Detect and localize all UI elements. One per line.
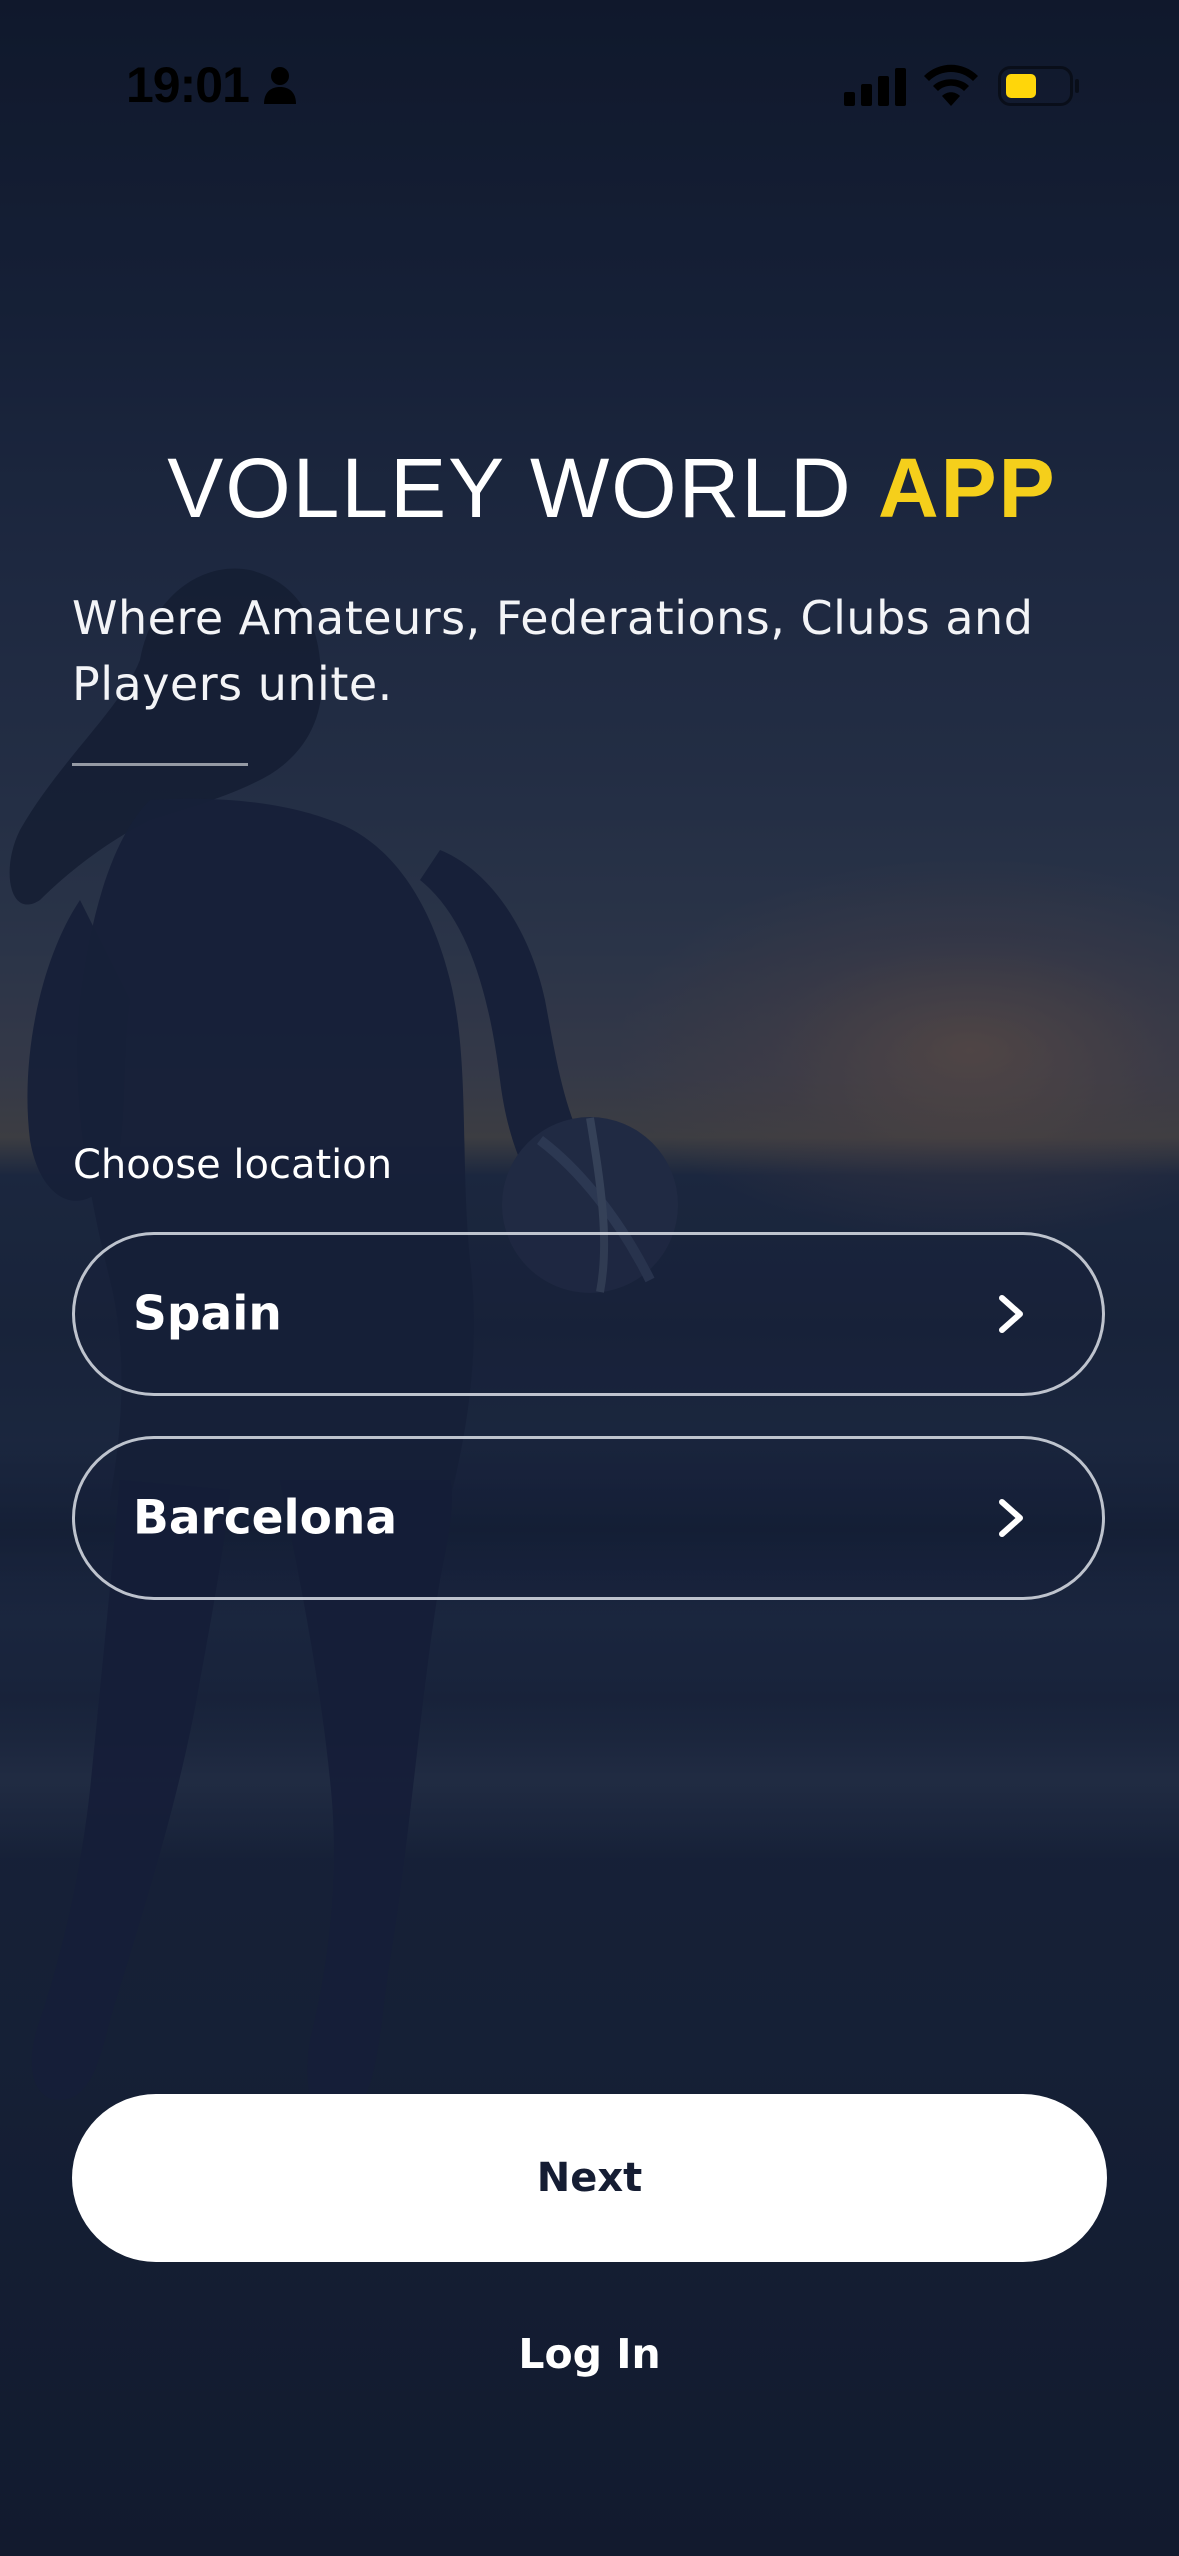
country-value: Spain [133, 1286, 282, 1342]
status-time: 19:01 [126, 57, 250, 113]
choose-location-label: Choose location [73, 1142, 393, 1188]
divider [72, 763, 248, 766]
next-button[interactable]: Next [72, 2094, 1107, 2262]
chevron-right-icon [999, 1295, 1023, 1333]
battery-low-power-icon [998, 66, 1079, 106]
wifi-icon [924, 64, 978, 106]
login-link[interactable]: Log In [0, 2330, 1179, 2378]
country-selector[interactable]: Spain [72, 1232, 1105, 1396]
person-icon [264, 67, 296, 104]
onboarding-screen: 19:01 VOLLEY WORLD APP Where Amateurs, F… [0, 0, 1179, 2556]
status-bar: 19:01 [0, 0, 1179, 170]
app-title: VOLLEY WORLD APP [0, 440, 1179, 537]
app-title-main: VOLLEY WORLD [167, 441, 853, 535]
chevron-right-icon [999, 1499, 1023, 1537]
city-selector[interactable]: Barcelona [72, 1436, 1105, 1600]
cellular-signal-icon [844, 68, 906, 106]
city-value: Barcelona [133, 1490, 398, 1546]
tagline: Where Amateurs, Federations, Clubs and P… [72, 591, 1034, 711]
app-title-accent: APP [877, 441, 1057, 535]
